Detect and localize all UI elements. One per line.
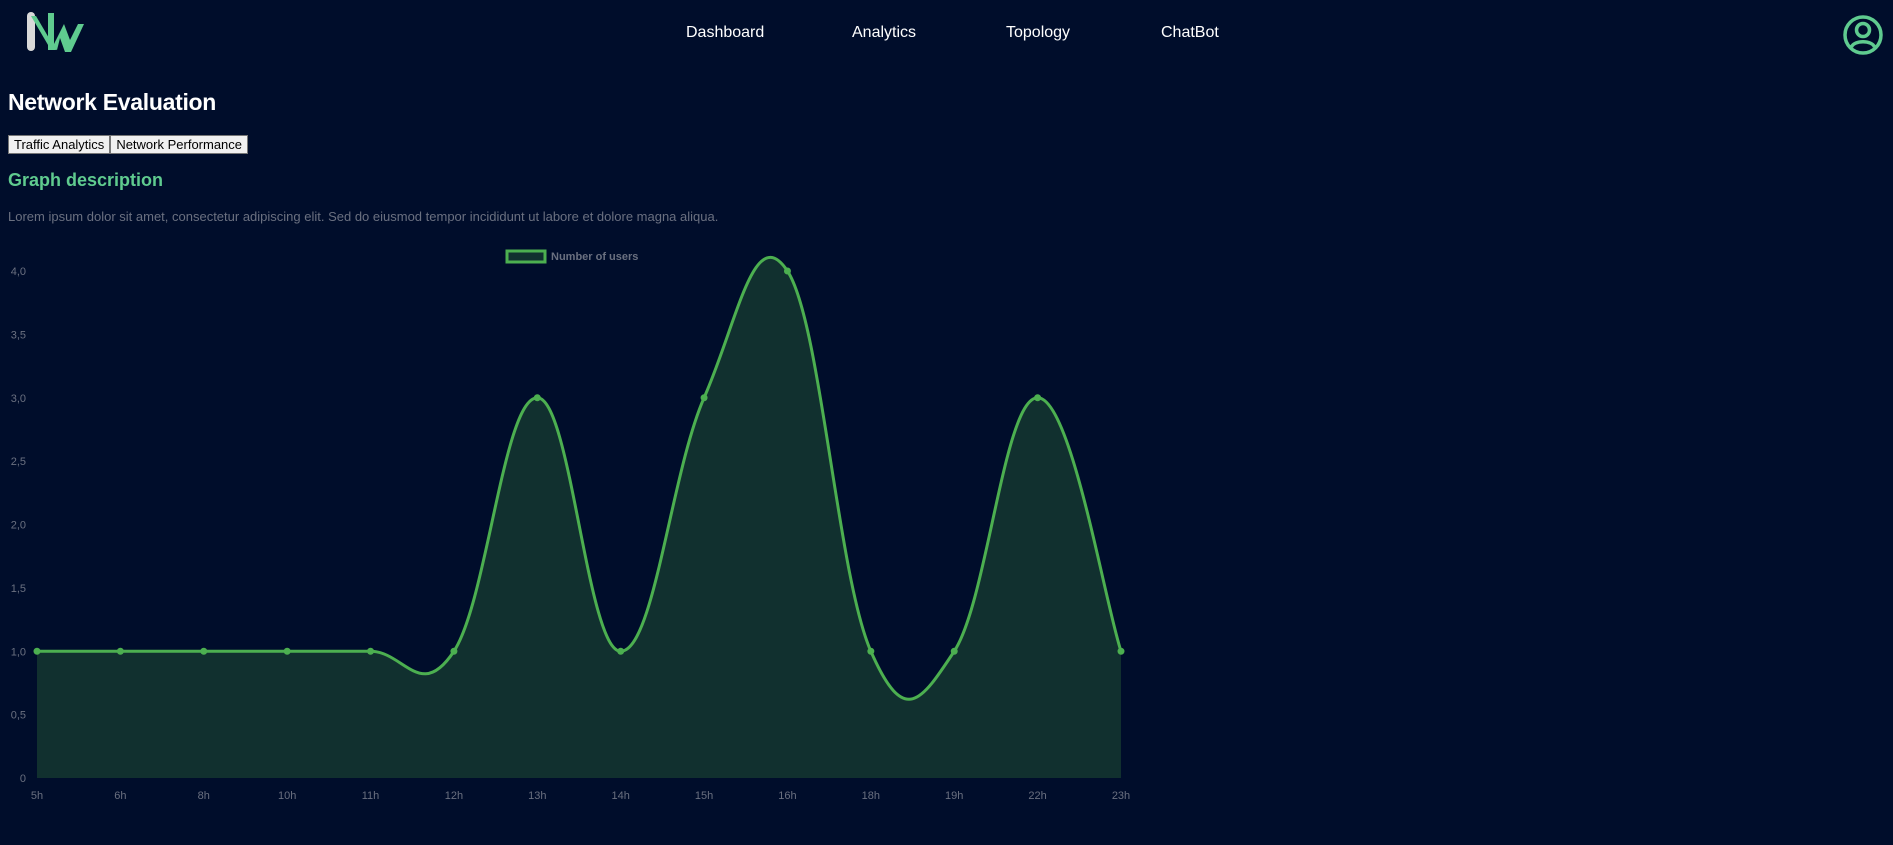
x-tick-label: 16h [778, 790, 796, 802]
graph-description: Lorem ipsum dolor sit amet, consectetur … [8, 209, 719, 224]
chart-point-11h [367, 647, 375, 655]
x-tick-label: 5h [31, 790, 43, 802]
app-page: Dashboard Analytics Topology ChatBot Net… [0, 0, 1893, 845]
nav-analytics[interactable]: Analytics [852, 24, 916, 42]
x-tick-label: 13h [528, 790, 546, 802]
chart-point-8h [200, 647, 208, 655]
legend-swatch [505, 249, 547, 264]
chart-point-12h [450, 647, 458, 655]
x-tick-label: 22h [1028, 790, 1046, 802]
x-tick-label: 12h [445, 790, 463, 802]
y-tick-label: 0,5 [11, 710, 26, 722]
chart-point-18h [867, 647, 875, 655]
tab-traffic-analytics[interactable]: Traffic Analytics [8, 135, 111, 154]
legend-label: Number of users [551, 251, 638, 263]
chart-point-19h [950, 647, 958, 655]
users-area-chart: 0 0,5 1,0 1,5 2,0 2,5 3,0 3,5 4,0 5h 6h 8h 10h 11h 12h… [11, 249, 1130, 802]
tab-network-performance[interactable]: Network Performance [110, 135, 249, 154]
nav-dashboard[interactable]: Dashboard [686, 24, 764, 42]
y-tick-label: 4,0 [11, 266, 26, 278]
chart-point-14h [617, 647, 625, 655]
x-tick-label: 8h [198, 790, 210, 802]
x-tick-label: 10h [278, 790, 296, 802]
x-tick-label: 23h [1112, 790, 1130, 802]
chart-point-22h [1034, 394, 1042, 402]
chart-point-6h [116, 647, 124, 655]
y-tick-label: 1,5 [11, 583, 26, 595]
chart-point-23h [1117, 647, 1125, 655]
nav-chatbot[interactable]: ChatBot [1161, 24, 1219, 42]
y-tick-label: 3,0 [11, 393, 26, 405]
chart-point-5h [33, 647, 41, 655]
chart-point-16h [783, 267, 791, 275]
nav-topology[interactable]: Topology [1006, 24, 1070, 42]
chart-point-10h [283, 647, 291, 655]
x-tick-label: 18h [862, 790, 880, 802]
x-tick-label: 6h [114, 790, 126, 802]
y-tick-label: 2,5 [11, 456, 26, 468]
x-tick-label: 19h [945, 790, 963, 802]
y-tick-label: 2,0 [11, 520, 26, 532]
chart-point-13h [533, 394, 541, 402]
chart-point-15h [700, 394, 708, 402]
x-tick-label: 11h [362, 790, 380, 802]
top-nav: Dashboard Analytics Topology ChatBot [0, 24, 1893, 44]
y-tick-label: 3,5 [11, 329, 26, 341]
y-tick-label: 0 [20, 773, 26, 785]
graph-heading: Graph description [8, 170, 164, 190]
y-tick-label: 1,0 [11, 646, 26, 658]
page-title: Network Evaluation [8, 89, 217, 115]
user-circle-icon[interactable] [1842, 14, 1884, 56]
tab-bar: Traffic Analytics Network Performance [8, 135, 249, 154]
x-tick-label: 15h [695, 790, 713, 802]
x-tick-label: 14h [612, 790, 630, 802]
